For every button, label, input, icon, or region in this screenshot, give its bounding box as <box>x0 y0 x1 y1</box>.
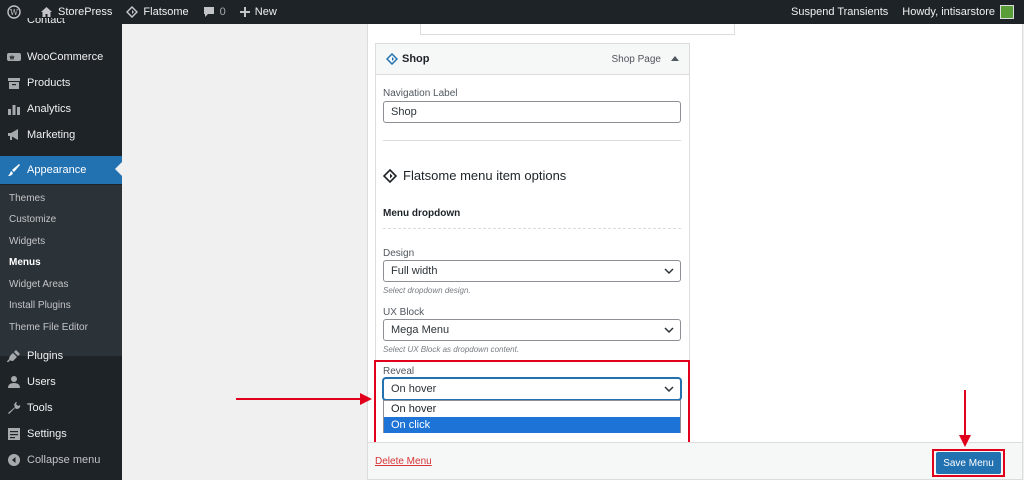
archive-icon <box>8 78 20 89</box>
chevron-down-icon <box>664 268 674 275</box>
design-label: Design <box>383 248 415 259</box>
suspend-transients-button[interactable]: Suspend Transients <box>784 0 895 24</box>
sidebar-item-label: Settings <box>27 428 67 440</box>
menu-footer-bar <box>367 442 1023 480</box>
submenu-item-customize[interactable]: Customize <box>9 214 56 225</box>
brush-icon <box>8 164 20 176</box>
divider <box>383 228 681 229</box>
my-account-menu[interactable]: Howdy, intisarstore <box>895 0 1024 24</box>
comments-menu[interactable]: 0 <box>196 0 233 24</box>
suspend-label: Suspend Transients <box>791 6 889 18</box>
right-arrow-annotation <box>236 393 372 405</box>
sidebar-item-woocommerce[interactable]: WooCommerce <box>0 44 122 70</box>
submenu-item-menus[interactable]: Menus <box>9 257 41 268</box>
avatar <box>1000 5 1014 19</box>
howdy-label: Howdy, intisarstore <box>902 6 995 18</box>
sidebar-item-label: Plugins <box>27 350 64 362</box>
navigation-label-title: Navigation Label <box>383 88 458 99</box>
sidebar-item-marketing[interactable]: Marketing <box>0 122 122 148</box>
flatsome-logo-icon <box>383 168 397 183</box>
sidebar-item-label: WooCommerce <box>27 51 104 63</box>
divider <box>383 140 681 141</box>
design-selected-value: Full width <box>391 265 438 277</box>
svg-text:W: W <box>10 8 19 17</box>
sidebar-item-label: Tools <box>27 402 53 414</box>
plugin-icon <box>7 350 20 363</box>
woo-icon <box>7 53 21 61</box>
collapse-icon <box>8 454 20 466</box>
wordpress-icon: W <box>7 5 21 19</box>
menu-item-header[interactable]: Shop Shop Page <box>376 44 689 75</box>
megaphone-icon <box>8 129 18 140</box>
ux-block-label: UX Block <box>383 307 425 318</box>
settings-icon <box>8 428 20 440</box>
previous-menu-item-box <box>420 24 735 35</box>
appearance-submenu: Themes Customize Widgets Menus Widget Ar… <box>0 185 122 356</box>
sidebar-item-label: Collapse menu <box>27 454 101 466</box>
collapse-caret-icon[interactable] <box>671 56 679 61</box>
sidebar-item-products[interactable]: Products <box>0 70 122 96</box>
comment-icon <box>203 7 214 17</box>
sidebar-item-label: Users <box>27 376 56 388</box>
flatsome-options-heading: Flatsome menu item options <box>383 168 566 183</box>
sidebar-item-label: Products <box>27 77 71 89</box>
admin-sidebar: Contact WooCommerce Products Analytics M… <box>0 18 122 480</box>
sidebar-item-plugins[interactable]: Plugins <box>0 343 122 369</box>
sidebar-item-contact[interactable]: Contact <box>0 18 122 30</box>
current-menu-arrow <box>115 162 122 176</box>
sidebar-item-settings[interactable]: Settings <box>0 421 122 447</box>
sidebar-item-label: Marketing <box>27 129 76 141</box>
wrench-icon <box>8 402 21 414</box>
sidebar-item-label: Analytics <box>27 103 72 115</box>
home-icon <box>41 7 52 17</box>
collapse-menu-button[interactable]: Collapse menu <box>0 447 122 473</box>
navigation-label-input[interactable]: Shop <box>383 101 681 123</box>
sidebar-item-label: Contact <box>27 18 65 26</box>
submenu-item-themes[interactable]: Themes <box>9 193 45 204</box>
save-menu-button[interactable]: Save Menu <box>936 452 1001 474</box>
chevron-down-icon <box>664 327 674 334</box>
menu-dropdown-heading: Menu dropdown <box>383 208 461 219</box>
sidebar-item-appearance[interactable]: Appearance <box>0 156 122 184</box>
ux-block-help-text: Select UX Block as dropdown content. <box>383 345 520 354</box>
new-content-menu[interactable]: New <box>233 0 284 24</box>
comments-count: 0 <box>219 6 226 18</box>
design-help-text: Select dropdown design. <box>383 286 471 295</box>
submenu-item-install-plugins[interactable]: Install Plugins <box>9 300 71 311</box>
admin-bar: W StorePress Flatsome 0 New Suspend Tran… <box>0 0 1024 24</box>
sidebar-item-tools[interactable]: Tools <box>0 395 122 421</box>
menu-item-title: Shop <box>402 53 430 65</box>
delete-menu-link[interactable]: Delete Menu <box>375 456 432 467</box>
reveal-highlight-box <box>374 360 690 448</box>
sidebar-item-analytics[interactable]: Analytics <box>0 96 122 122</box>
submenu-item-widgets[interactable]: Widgets <box>9 236 45 247</box>
plus-icon <box>239 7 250 17</box>
navigation-label-value: Shop <box>391 106 417 118</box>
theme-menu[interactable]: Flatsome <box>119 0 195 24</box>
ux-block-selected-value: Mega Menu <box>391 324 450 336</box>
flatsome-heading-text: Flatsome menu item options <box>403 168 567 183</box>
user-icon <box>8 376 20 388</box>
contact-icon <box>7 18 21 30</box>
submenu-item-theme-file-editor[interactable]: Theme File Editor <box>9 322 88 333</box>
site-name: StorePress <box>58 6 113 18</box>
design-select[interactable]: Full width <box>383 260 681 282</box>
menu-item-type: Shop Page <box>611 54 662 65</box>
bar-chart-icon <box>8 105 20 115</box>
submenu-item-widget-areas[interactable]: Widget Areas <box>9 279 68 290</box>
ux-block-select[interactable]: Mega Menu <box>383 319 681 341</box>
theme-name: Flatsome <box>143 6 189 18</box>
flatsome-item-icon <box>386 53 398 65</box>
sidebar-item-label: Appearance <box>27 164 87 176</box>
flatsome-icon <box>126 6 139 18</box>
new-label: New <box>254 6 277 18</box>
sidebar-item-users[interactable]: Users <box>0 369 122 395</box>
